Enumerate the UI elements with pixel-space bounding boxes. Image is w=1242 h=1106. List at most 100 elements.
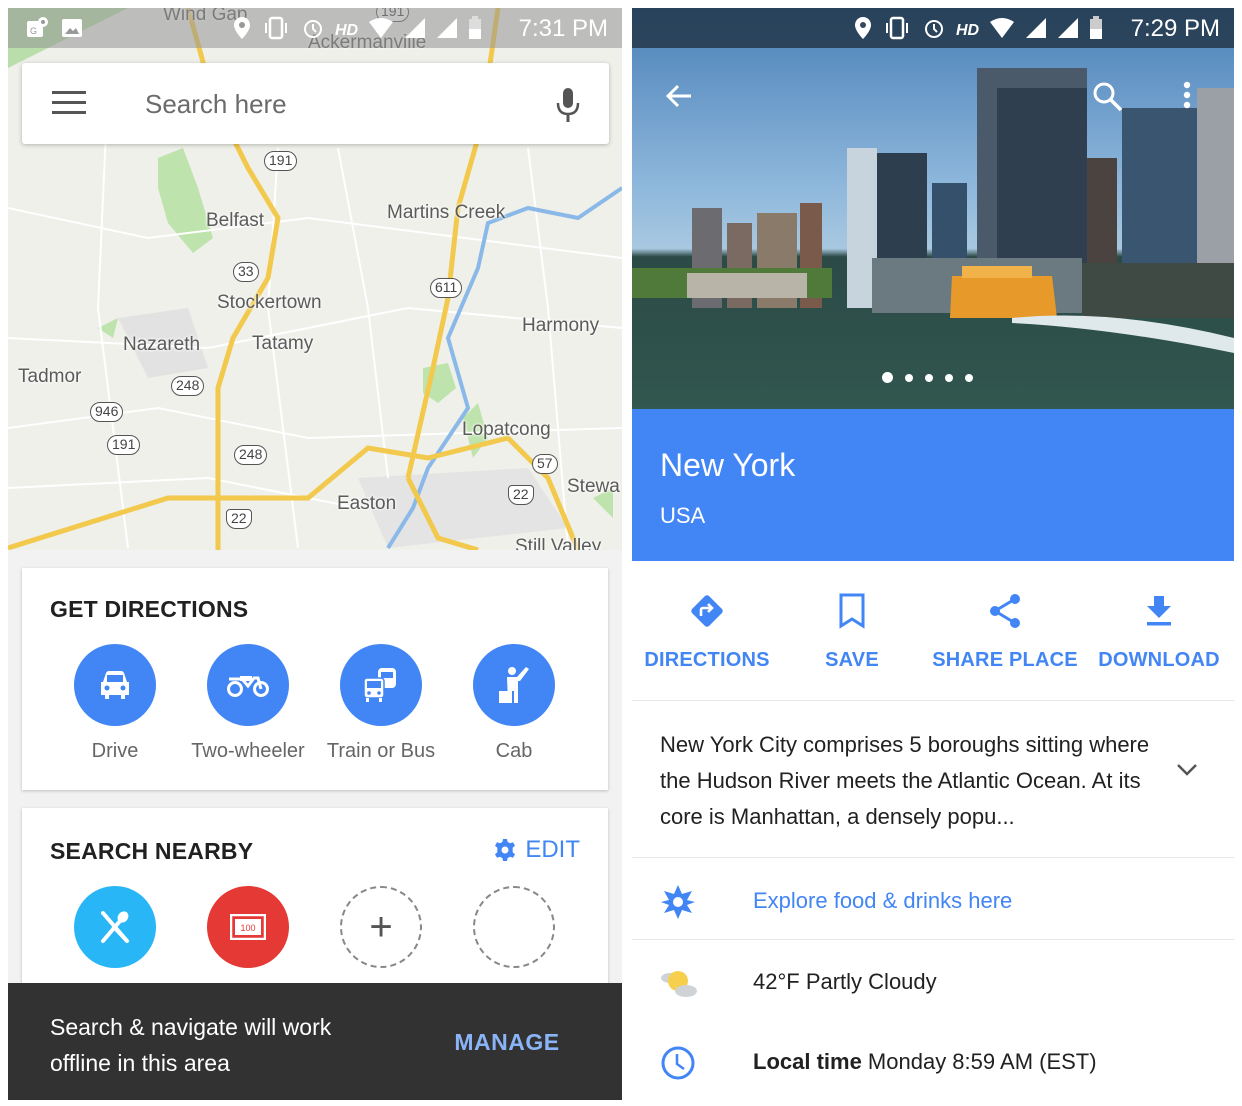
search-button[interactable] — [1092, 81, 1124, 118]
back-button[interactable] — [664, 81, 694, 116]
car-icon — [101, 671, 129, 699]
nearby-atm-button[interactable]: 100 — [207, 886, 289, 968]
add-nearby-button[interactable]: + — [340, 886, 422, 968]
route-shield: 33 — [233, 262, 259, 282]
status-bar: G HD 7:31 PM — [8, 8, 622, 48]
maps-home-screen: Wind Gap Ackermanville Belfast Martins C… — [8, 8, 622, 1100]
share-icon — [990, 594, 1020, 628]
nearby-restaurants-button[interactable] — [74, 886, 156, 968]
battery-charging-icon — [1089, 16, 1103, 46]
wifi-icon — [368, 17, 394, 45]
route-shield: 248 — [171, 376, 205, 396]
route-shield: 22 — [508, 485, 534, 505]
save-button[interactable]: SAVE — [777, 591, 927, 672]
location-icon — [854, 16, 872, 46]
map-place-label[interactable]: Stewa — [567, 476, 620, 498]
description-text: New York City comprises 5 boroughs sitti… — [660, 732, 1150, 829]
chevron-down-icon — [1177, 764, 1197, 776]
offline-snackbar: Search & navigate will work offline in t… — [8, 983, 622, 1100]
map-place-label[interactable]: Belfast — [206, 210, 264, 232]
place-photo[interactable]: HD 7:29 PM — [632, 8, 1234, 409]
map-place-label[interactable]: Stockertown — [217, 292, 322, 314]
place-name: New York — [660, 447, 796, 483]
explore-food-link[interactable]: Explore food & drinks here — [753, 888, 1012, 914]
vibrate-icon — [882, 16, 912, 46]
hail-cab-icon — [499, 667, 529, 703]
map-place-label[interactable]: Easton — [337, 493, 396, 515]
map-place-label[interactable]: Harmony — [522, 315, 599, 337]
photo-dot[interactable] — [925, 373, 933, 382]
photo-dot[interactable] — [882, 372, 893, 383]
local-time-text: Local time Monday 8:59 AM (EST) — [753, 1049, 1097, 1075]
explore-food-row[interactable]: Explore food & drinks here — [632, 860, 1234, 940]
get-directions-title: GET DIRECTIONS — [50, 596, 249, 622]
local-time-value: Monday 8:59 AM (EST) — [861, 1049, 1097, 1074]
edit-button[interactable]: EDIT — [493, 836, 580, 864]
route-shield: 22 — [226, 509, 252, 529]
photo-dot[interactable] — [945, 373, 953, 382]
motorcycle-icon — [227, 676, 269, 697]
map-place-label[interactable]: Nazareth — [123, 334, 200, 356]
place-description[interactable]: New York City comprises 5 boroughs sitti… — [632, 701, 1234, 858]
route-shield: 248 — [234, 445, 268, 465]
snackbar-message: Search & navigate will work offline in t… — [50, 1014, 332, 1076]
microphone-icon[interactable] — [555, 87, 581, 123]
back-arrow-icon — [665, 84, 691, 108]
place-header: New York USA — [632, 409, 1234, 561]
partly-cloudy-icon — [661, 971, 697, 997]
expand-description-button[interactable] — [1176, 763, 1198, 782]
map-place-label[interactable]: Tadmor — [18, 366, 81, 388]
restaurant-icon — [101, 911, 129, 943]
hd-icon: HD — [956, 22, 980, 39]
mode-two-wheeler-button[interactable]: Two-wheeler — [178, 644, 318, 763]
photo-dot[interactable] — [905, 373, 913, 382]
mode-label: Cab — [495, 740, 533, 762]
edit-label: EDIT — [525, 836, 580, 863]
hd-icon: HD — [335, 22, 359, 39]
route-shield: 946 — [90, 402, 124, 422]
clock-icon — [661, 1046, 695, 1080]
map-place-label[interactable]: Tatamy — [252, 333, 313, 355]
wifi-icon — [989, 17, 1015, 45]
map-place-label[interactable]: Lopatcong — [462, 419, 551, 441]
map-place-label[interactable]: Still Valley — [515, 536, 601, 550]
weather-row: 42°F Partly Cloudy — [632, 941, 1234, 1021]
signal-icon — [1057, 17, 1079, 45]
route-shield: 57 — [532, 454, 558, 474]
empty-nearby-slot[interactable] — [473, 886, 555, 968]
share-place-button[interactable]: SHARE PLACE — [930, 591, 1080, 672]
search-input[interactable]: Search here — [145, 89, 287, 120]
signal-icon — [436, 17, 458, 45]
place-country: USA — [660, 503, 706, 528]
city-skyline-photo — [632, 68, 1234, 353]
search-bar[interactable]: Search here — [22, 63, 609, 144]
atm-icon-text: 100 — [240, 923, 255, 933]
maps-notification-icon: G — [26, 16, 50, 46]
more-options-button[interactable] — [1182, 81, 1192, 116]
hamburger-menu-icon[interactable] — [52, 91, 86, 115]
photo-dot[interactable] — [965, 373, 973, 382]
bookmark-icon — [839, 593, 865, 629]
status-time: 7:31 PM — [518, 15, 608, 42]
get-directions-card: GET DIRECTIONS Drive Two-wheeler Train o… — [22, 568, 608, 790]
more-vert-icon — [1183, 81, 1191, 109]
save-label: SAVE — [825, 649, 879, 671]
mode-transit-button[interactable]: Train or Bus — [311, 644, 451, 763]
alarm-icon — [922, 16, 946, 46]
directions-button[interactable]: DIRECTIONS — [632, 591, 782, 672]
route-shield: 191 — [264, 151, 298, 171]
mode-label: Two-wheeler — [191, 740, 305, 762]
manage-button[interactable]: MANAGE — [432, 1029, 582, 1056]
signal-icon — [1025, 17, 1047, 45]
directions-icon — [691, 595, 723, 627]
vibrate-icon — [261, 16, 291, 46]
svg-text:G: G — [30, 26, 37, 36]
mode-cab-button[interactable]: Cab — [444, 644, 584, 763]
map-place-label[interactable]: Martins Creek — [387, 202, 505, 224]
directions-label: DIRECTIONS — [644, 649, 770, 671]
download-button[interactable]: DOWNLOAD — [1084, 591, 1234, 672]
battery-charging-icon — [468, 16, 482, 46]
download-label: DOWNLOAD — [1098, 649, 1220, 671]
signal-icon — [404, 17, 426, 45]
mode-drive-button[interactable]: Drive — [45, 644, 185, 763]
